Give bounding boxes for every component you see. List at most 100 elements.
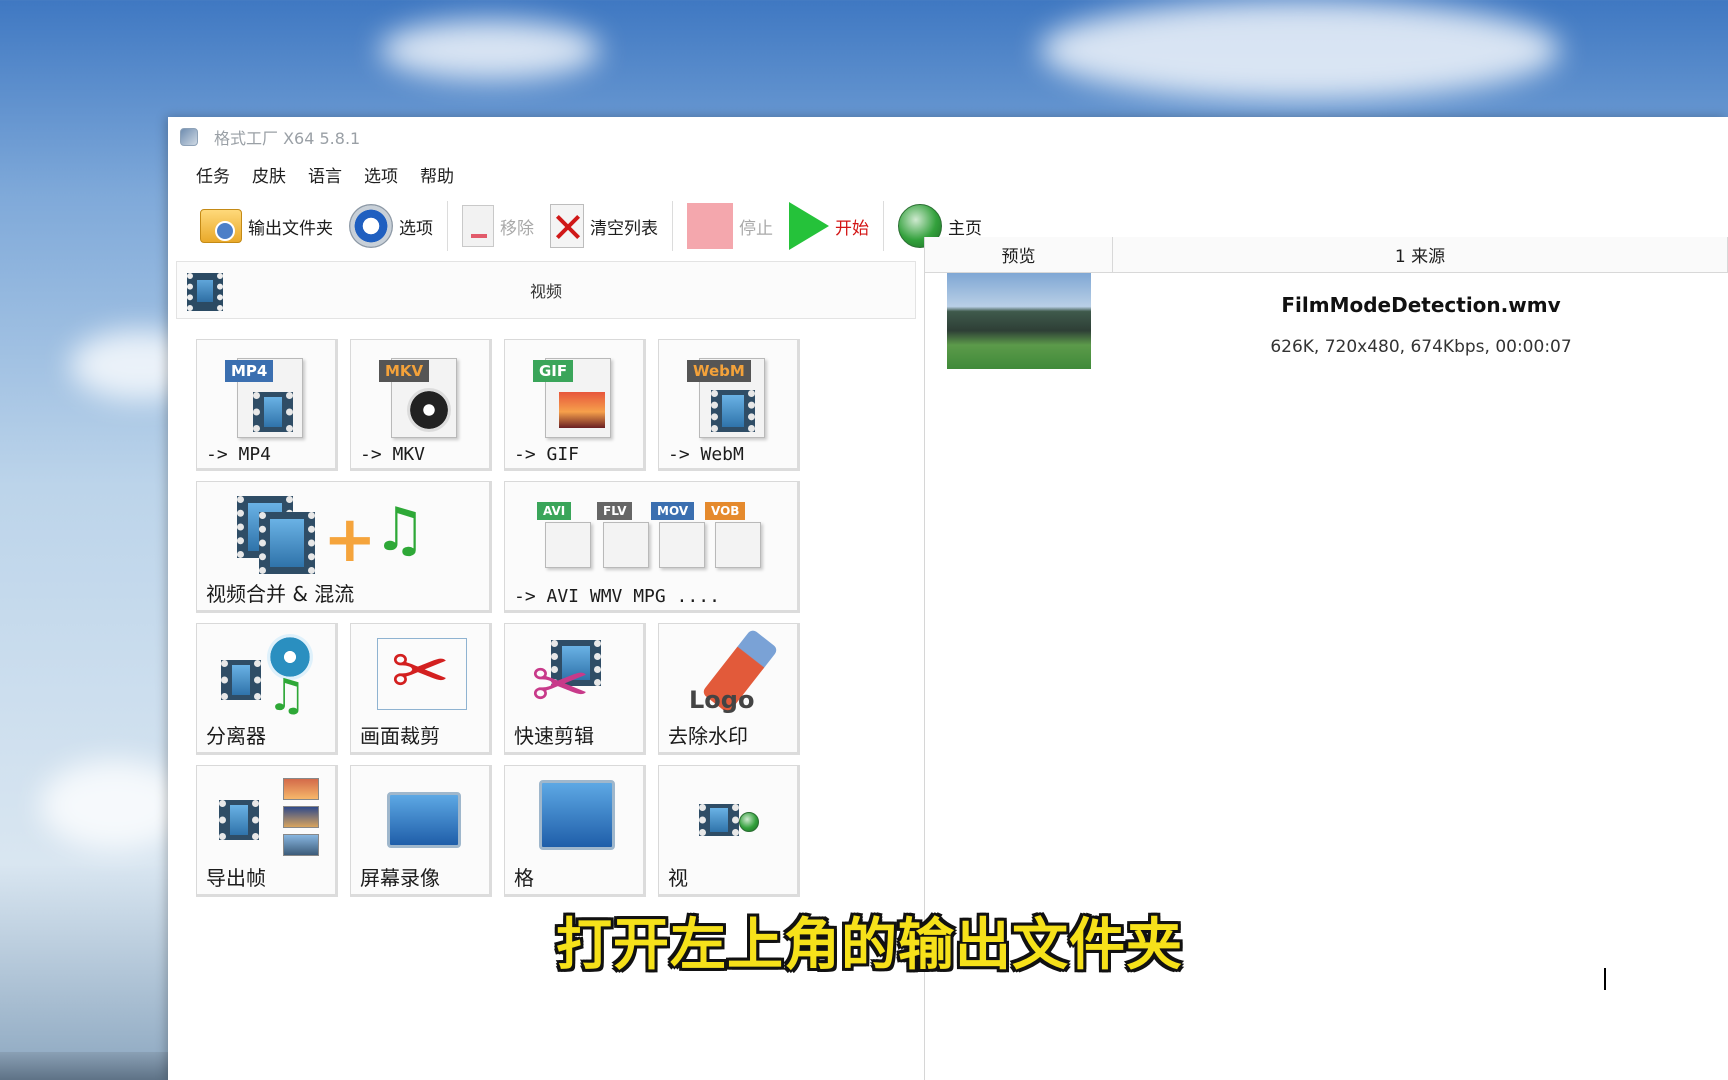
remove-button[interactable]: 移除 <box>454 198 542 254</box>
tile-label: 屏幕录像 <box>360 866 440 890</box>
start-label: 开始 <box>835 218 869 239</box>
gear-icon <box>349 204 393 248</box>
stop-icon <box>687 203 733 249</box>
flv-file-icon <box>603 522 649 568</box>
video-player-icon <box>539 780 615 850</box>
music-note-icon: ♫ <box>267 670 307 721</box>
tile-label: -> AVI WMV MPG .... <box>514 586 720 607</box>
tile-to-mkv[interactable]: MKV -> MKV <box>350 339 492 471</box>
tile-label: -> GIF <box>514 444 580 465</box>
output-folder-label: 输出文件夹 <box>248 218 333 239</box>
logo-text: Logo <box>689 686 755 714</box>
menu-task[interactable]: 任务 <box>196 162 230 187</box>
tile-to-gif[interactable]: GIF -> GIF <box>504 339 646 471</box>
vob-file-icon <box>715 522 761 568</box>
menu-skin[interactable]: 皮肤 <box>252 162 286 187</box>
app-logo-icon <box>180 128 198 146</box>
file-name: FilmModeDetection.wmv <box>1281 293 1561 317</box>
clear-list-button[interactable]: 清空列表 <box>542 198 666 254</box>
file-row[interactable]: FilmModeDetection.wmv 626K, 720x480, 674… <box>925 273 1728 373</box>
film-strip-icon <box>221 660 261 700</box>
category-label: 视频 <box>529 282 562 301</box>
screen-camera-icon <box>387 792 461 848</box>
remove-label: 移除 <box>500 218 534 239</box>
toolbar-divider <box>447 201 448 251</box>
tile-to-other-formats[interactable]: AVI FLV MOV VOB -> AVI WMV MPG .... <box>504 481 800 613</box>
avi-badge: AVI <box>537 502 572 520</box>
options-button[interactable]: 选项 <box>341 198 441 254</box>
film-strip-icon <box>219 800 259 840</box>
options-label: 选项 <box>399 218 433 239</box>
film-strip-icon <box>187 273 223 311</box>
gif-badge: GIF <box>533 360 574 382</box>
menu-bar: 任务 皮肤 语言 选项 帮助 <box>168 157 1728 191</box>
mp4-badge: MP4 <box>225 360 274 382</box>
menu-options[interactable]: 选项 <box>364 162 398 187</box>
video-thumbnail <box>947 273 1091 369</box>
sky-cloud <box>1040 0 1560 100</box>
film-strip-icon <box>253 392 293 432</box>
tile-label: 快速剪辑 <box>514 724 594 748</box>
tile-label: 画面裁剪 <box>360 724 440 748</box>
tile-video-merge[interactable]: + ♫ 视频合并 & 混流 <box>196 481 492 613</box>
plus-icon: + <box>323 503 377 577</box>
video-subtitle: 打开左上角的输出文件夹 <box>556 913 1183 978</box>
tile-remove-watermark[interactable]: Logo 去除水印 <box>658 623 800 755</box>
stop-label: 停止 <box>739 218 773 239</box>
film-reel-icon <box>407 388 451 432</box>
tile-label: -> MKV <box>360 444 426 465</box>
tile-format-player[interactable]: 格 <box>504 765 646 897</box>
scissors-icon: ✂ <box>531 644 590 726</box>
tile-label: 视 <box>668 866 688 890</box>
tile-splitter[interactable]: ♫ 分离器 <box>196 623 338 755</box>
tile-label: 导出帧 <box>206 866 266 890</box>
remove-document-icon <box>462 205 494 247</box>
mouse-cursor-icon <box>1602 968 1616 990</box>
tile-to-webm[interactable]: WebM -> WebM <box>658 339 800 471</box>
tile-quick-clip[interactable]: ✂ 快速剪辑 <box>504 623 646 755</box>
output-folder-button[interactable]: 输出文件夹 <box>192 198 341 254</box>
tile-screen-record[interactable]: 屏幕录像 <box>350 765 492 897</box>
scissors-icon: ✂ <box>391 630 450 712</box>
image-sunset-icon <box>559 392 605 428</box>
tile-label: 格 <box>514 866 534 890</box>
music-note-icon: ♫ <box>373 495 427 565</box>
film-strip-icon <box>699 804 739 836</box>
window-title: 格式工厂 X64 5.8.1 <box>214 129 361 148</box>
frame-thumbnail-icon <box>283 778 319 800</box>
tile-to-mp4[interactable]: MP4 -> MP4 <box>196 339 338 471</box>
start-button[interactable]: 开始 <box>781 198 877 254</box>
menu-language[interactable]: 语言 <box>308 162 342 187</box>
home-label: 主页 <box>948 218 982 239</box>
tile-crop[interactable]: ✂ 画面裁剪 <box>350 623 492 755</box>
clear-document-icon <box>550 204 584 248</box>
vob-badge: VOB <box>705 502 746 520</box>
stop-button[interactable]: 停止 <box>679 198 781 254</box>
file-meta: 626K, 720x480, 674Kbps, 00:00:07 <box>1270 337 1572 357</box>
frame-thumbnail-icon <box>283 834 319 856</box>
frame-thumbnail-icon <box>283 806 319 828</box>
globe-icon <box>739 812 759 832</box>
taskbar-edge <box>0 1052 168 1080</box>
mkv-badge: MKV <box>379 360 430 382</box>
tile-label: 视频合并 & 混流 <box>206 582 355 606</box>
column-source[interactable]: 1 来源 <box>1113 237 1728 272</box>
mov-badge: MOV <box>651 502 695 520</box>
column-preview[interactable]: 预览 <box>925 237 1113 272</box>
folder-icon <box>200 209 242 243</box>
tile-label: -> WebM <box>668 444 744 465</box>
category-header-video[interactable]: 视频 <box>176 261 916 319</box>
tile-label: 分离器 <box>206 724 266 748</box>
file-list-header: 预览 1 来源 <box>925 237 1728 273</box>
avi-file-icon <box>545 522 591 568</box>
clear-list-label: 清空列表 <box>590 218 658 239</box>
flv-badge: FLV <box>597 502 633 520</box>
toolbar-divider <box>883 201 884 251</box>
toolbar-divider <box>672 201 673 251</box>
tile-export-frames[interactable]: 导出帧 <box>196 765 338 897</box>
webm-badge: WebM <box>687 360 751 382</box>
menu-help[interactable]: 帮助 <box>420 162 454 187</box>
tile-video-tool[interactable]: 视 <box>658 765 800 897</box>
film-strip-icon <box>259 512 315 574</box>
tile-label: -> MP4 <box>206 444 272 465</box>
